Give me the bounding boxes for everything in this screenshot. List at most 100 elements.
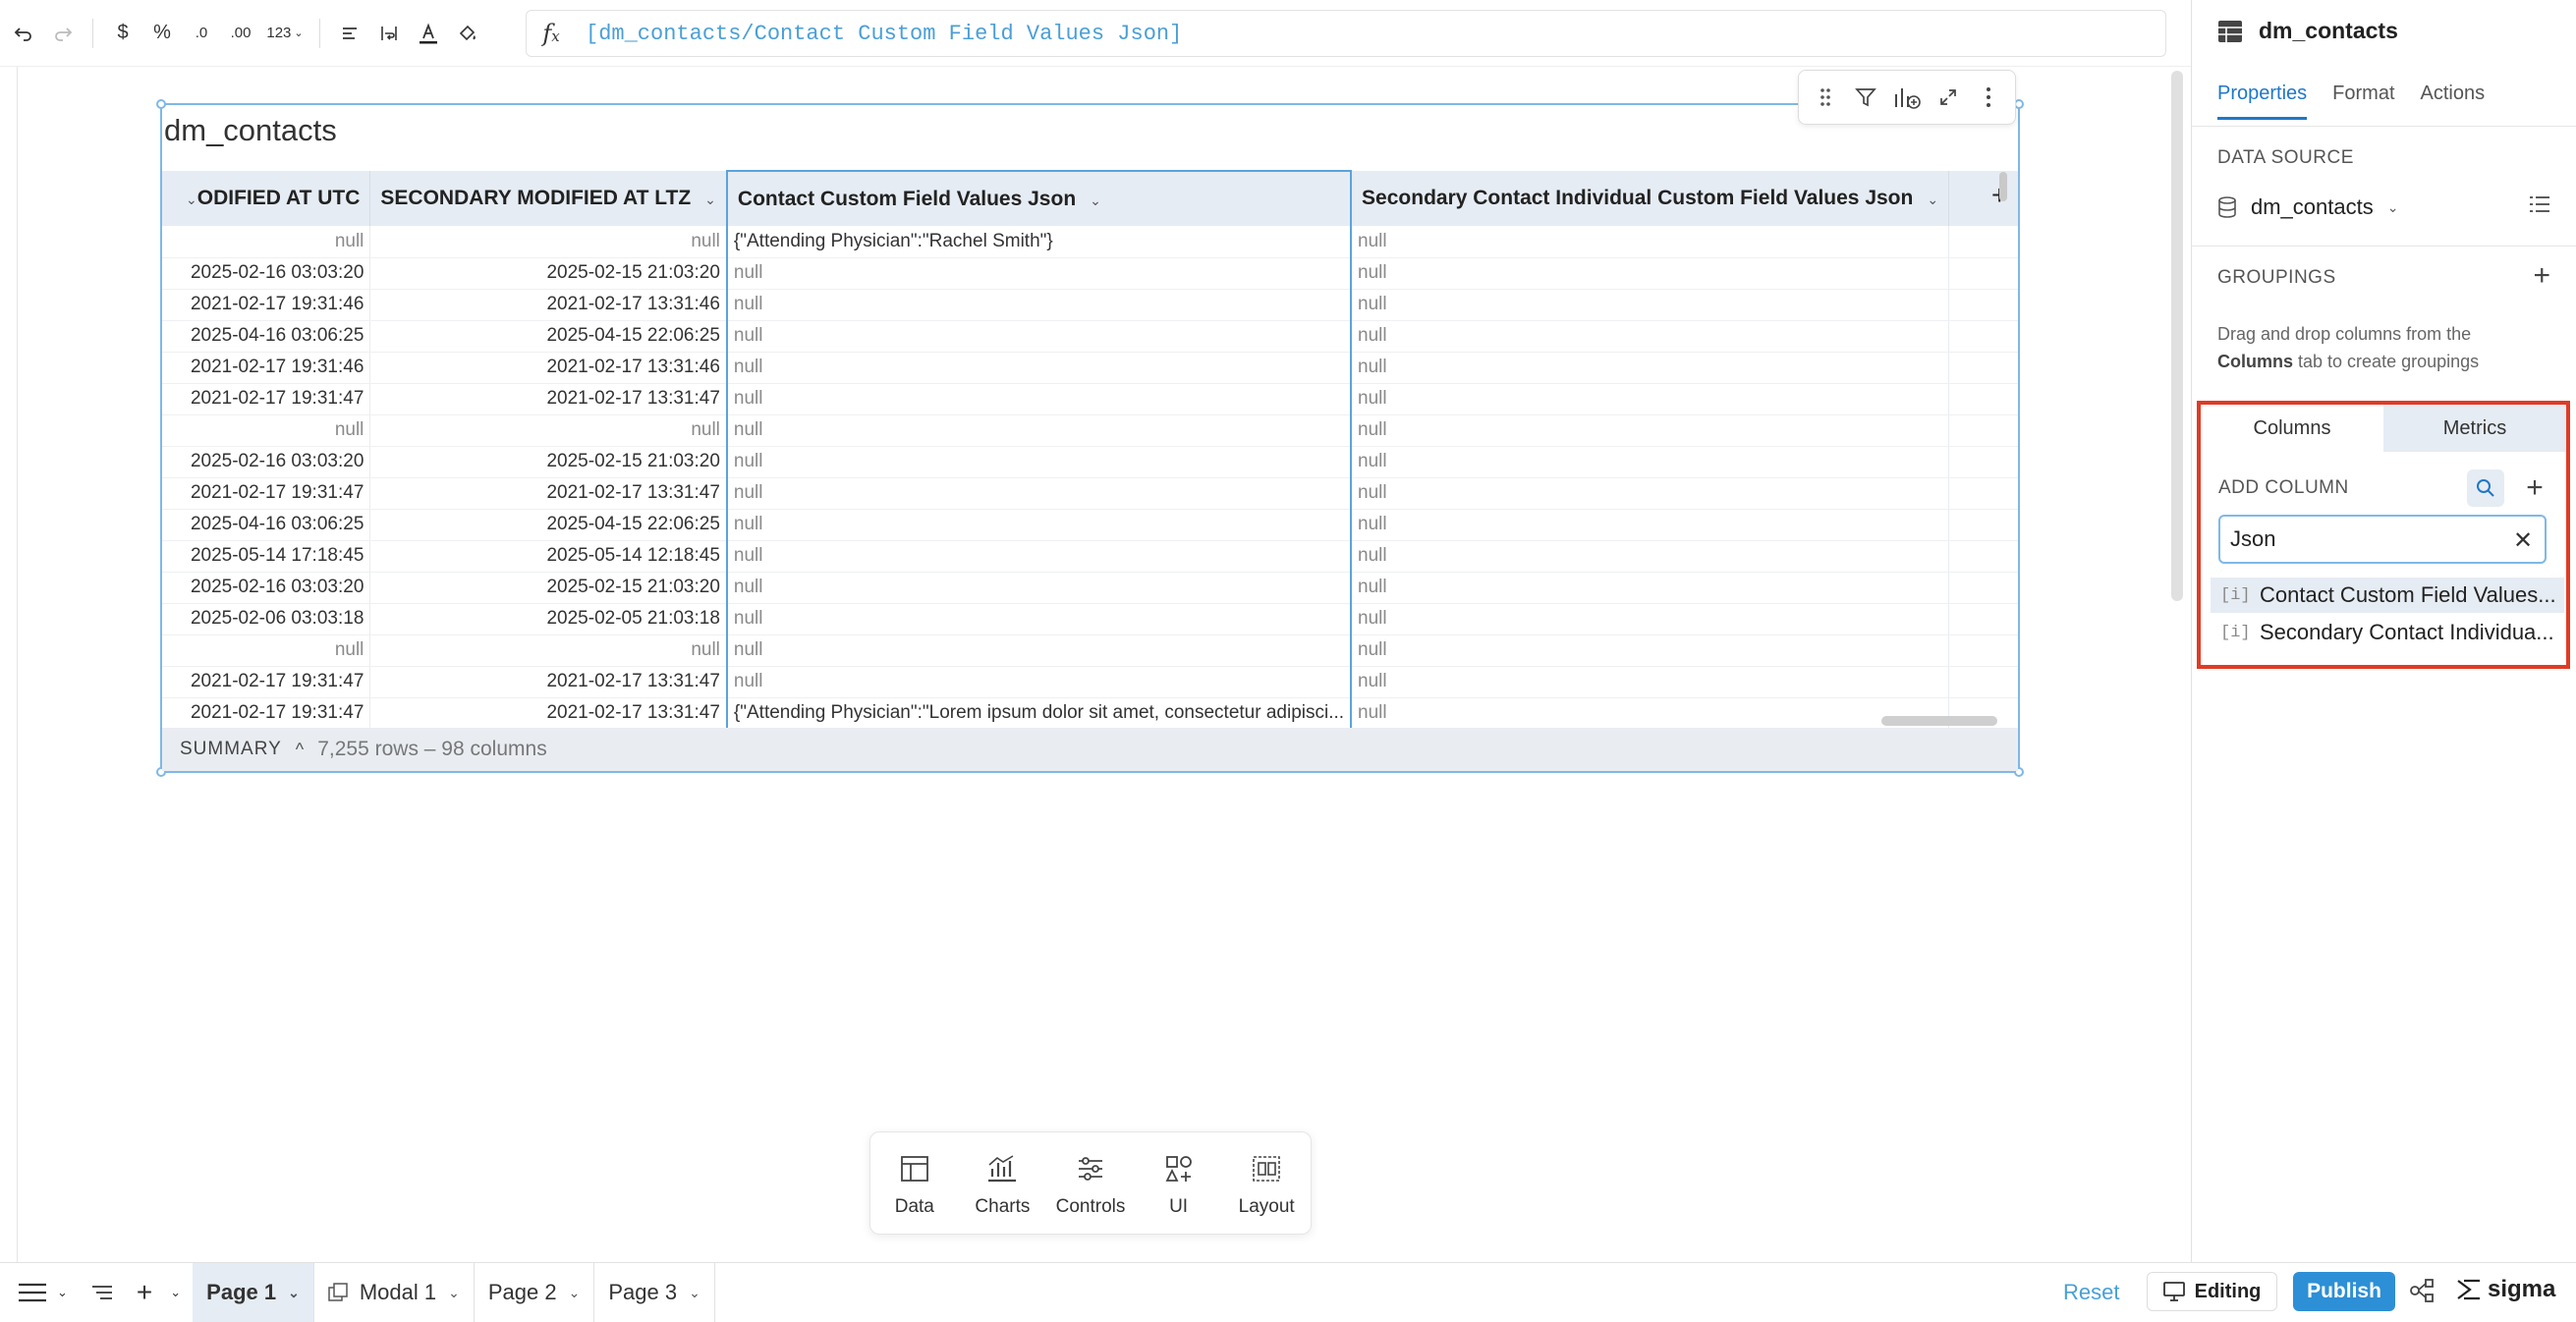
table-row[interactable]: 2021-02-17 19:31:47 2021-02-17 13:31:47 {"… xyxy=(162,697,2018,730)
column-list-icon[interactable] xyxy=(2529,194,2550,214)
table-cell[interactable]: null xyxy=(725,666,1353,698)
table-cell[interactable]: null xyxy=(725,257,1353,290)
table-cell[interactable]: 2021-02-17 13:31:46 xyxy=(369,352,728,384)
table-cell[interactable]: null xyxy=(725,540,1353,573)
formula-bar[interactable]: fx [dm_contacts/Contact Custom Field Val… xyxy=(526,10,2166,57)
table-cell[interactable]: null xyxy=(725,572,1353,604)
table-cell[interactable]: 2021-02-17 13:31:47 xyxy=(369,666,728,698)
column-result-item[interactable]: [i] Secondary Contact Individua... xyxy=(2211,615,2564,650)
column-header[interactable]: SECONDARY MODIFIED AT LTZ ⌄ xyxy=(369,171,728,226)
publish-button[interactable]: Publish xyxy=(2293,1272,2395,1311)
share-button[interactable] xyxy=(2409,1277,2438,1306)
add-chart-icon[interactable] xyxy=(1889,80,1925,115)
table-row[interactable]: 2021-02-17 19:31:46 2021-02-17 13:31:46 nu… xyxy=(162,289,2018,321)
table-cell[interactable]: null xyxy=(1351,289,1950,321)
table-cell[interactable]: 2025-02-16 03:03:20 xyxy=(162,446,371,478)
column-header[interactable]: ODIFIED AT UTC⌄ xyxy=(162,171,371,226)
table-cell[interactable]: null xyxy=(1351,509,1950,541)
chevron-down-icon[interactable]: ⌄ xyxy=(448,1285,460,1301)
table-cell[interactable]: {"Attending Physician":"Lorem ipsum dolo… xyxy=(725,697,1353,730)
chevron-down-icon[interactable]: ⌄ xyxy=(288,1285,300,1301)
table-cell[interactable]: null xyxy=(1351,446,1950,478)
tab-page-1[interactable]: Page 1 ⌄ xyxy=(193,1262,314,1322)
add-column-header[interactable] xyxy=(1948,171,2018,226)
table-cell[interactable]: 2021-02-17 19:31:47 xyxy=(162,383,371,415)
table-cell[interactable]: 2021-02-17 19:31:47 xyxy=(162,666,371,698)
filter-icon[interactable] xyxy=(1848,80,1883,115)
table-row[interactable]: null null {"Attending Physician":"Rachel S… xyxy=(162,226,2018,258)
tab-properties[interactable]: Properties xyxy=(2217,83,2308,120)
column-result-item[interactable]: [i] Contact Custom Field Values... xyxy=(2211,578,2564,613)
percent-format-button[interactable]: % xyxy=(142,14,182,53)
expand-icon[interactable] xyxy=(1931,80,1966,115)
redo-button[interactable] xyxy=(43,14,83,53)
table-cell[interactable]: null xyxy=(725,414,1353,447)
table-cell[interactable]: 2021-02-17 19:31:46 xyxy=(162,289,371,321)
table-cell[interactable]: null xyxy=(725,320,1353,353)
tab-page-2[interactable]: Page 2 ⌄ xyxy=(475,1262,595,1322)
table-cell[interactable]: null xyxy=(725,603,1353,635)
outline-button[interactable] xyxy=(80,1263,125,1322)
table-cell[interactable]: 2021-02-17 13:31:47 xyxy=(369,477,728,510)
table-cell[interactable]: null xyxy=(1351,634,1950,667)
editing-mode-button[interactable]: Editing xyxy=(2147,1272,2277,1311)
table-cell[interactable]: null xyxy=(1351,383,1950,415)
add-page-button[interactable]: + ⌄ xyxy=(125,1263,193,1322)
table-cell[interactable]: null xyxy=(1351,603,1950,635)
canvas-scrollbar[interactable] xyxy=(2171,71,2183,601)
chevron-down-icon[interactable]: ⌄ xyxy=(704,192,716,207)
table-cell[interactable]: null xyxy=(162,414,371,447)
table-cell[interactable]: 2025-04-15 22:06:25 xyxy=(369,320,728,353)
table-cell[interactable]: 2025-02-15 21:03:20 xyxy=(369,446,728,478)
table-cell[interactable]: null xyxy=(1351,257,1950,290)
chevron-up-icon[interactable]: ^ xyxy=(296,740,304,760)
reset-link[interactable]: Reset xyxy=(2063,1280,2119,1305)
table-cell[interactable]: null xyxy=(725,634,1353,667)
table-cell[interactable]: 2025-04-16 03:06:25 xyxy=(162,509,371,541)
add-grouping-button[interactable]: + xyxy=(2533,261,2550,291)
table-cell[interactable]: 2021-02-17 19:31:47 xyxy=(162,697,371,730)
table-cell[interactable]: 2025-02-05 21:03:18 xyxy=(369,603,728,635)
add-ui-button[interactable]: UI xyxy=(1140,1149,1218,1218)
table-cell[interactable]: 2021-02-17 19:31:46 xyxy=(162,352,371,384)
table-row[interactable]: 2025-05-14 17:18:45 2025-05-14 12:18:45 nu… xyxy=(162,540,2018,573)
chevron-down-icon[interactable]: ⌄ xyxy=(186,192,197,207)
formula-text[interactable]: [dm_contacts/Contact Custom Field Values… xyxy=(586,22,1182,46)
table-cell[interactable]: null xyxy=(369,634,728,667)
table-cell[interactable]: {"Attending Physician":"Rachel Smith"} xyxy=(725,226,1353,258)
table-cell[interactable]: null xyxy=(725,509,1353,541)
more-options-icon[interactable] xyxy=(1971,80,2006,115)
table-cell[interactable]: 2025-05-14 17:18:45 xyxy=(162,540,371,573)
table-element[interactable]: dm_contacts ODIFIED AT UTC⌄ SECONDARY MO… xyxy=(156,70,2024,777)
table-cell[interactable]: 2025-02-15 21:03:20 xyxy=(369,572,728,604)
table-row[interactable]: 2021-02-17 19:31:47 2021-02-17 13:31:47 nu… xyxy=(162,477,2018,510)
add-column-button[interactable]: + xyxy=(2517,469,2552,507)
table-cell[interactable]: null xyxy=(1351,477,1950,510)
data-source-selector[interactable]: dm_contacts ⌄ xyxy=(2217,194,2398,220)
tab-columns[interactable]: Columns xyxy=(2201,405,2383,452)
table-cell[interactable]: 2021-02-17 13:31:46 xyxy=(369,289,728,321)
column-header[interactable]: Secondary Contact Individual Custom Fiel… xyxy=(1351,171,1950,226)
table-cell[interactable]: null xyxy=(725,446,1353,478)
table-cell[interactable]: null xyxy=(369,226,728,258)
table-cell[interactable]: null xyxy=(1351,666,1950,698)
table-cell[interactable]: null xyxy=(725,477,1353,510)
decrease-decimals-button[interactable]: .0 xyxy=(182,14,221,53)
align-button[interactable] xyxy=(330,14,369,53)
table-cell[interactable]: 2021-02-17 13:31:47 xyxy=(369,383,728,415)
table-horizontal-scrollbar[interactable] xyxy=(1881,716,1997,726)
table-cell[interactable]: 2025-02-06 03:03:18 xyxy=(162,603,371,635)
table-cell[interactable]: null xyxy=(1351,320,1950,353)
chevron-down-icon[interactable]: ⌄ xyxy=(689,1285,700,1301)
table-cell[interactable]: 2025-02-16 03:03:20 xyxy=(162,572,371,604)
table-cell[interactable]: null xyxy=(725,352,1353,384)
table-cell[interactable]: null xyxy=(725,383,1353,415)
table-cell[interactable]: null xyxy=(162,634,371,667)
resize-handle[interactable] xyxy=(156,99,166,109)
table-row[interactable]: 2025-04-16 03:06:25 2025-04-15 22:06:25 nu… xyxy=(162,320,2018,353)
table-cell[interactable]: null xyxy=(1351,697,1950,730)
table-row[interactable]: 2025-02-16 03:03:20 2025-02-15 21:03:20 nu… xyxy=(162,257,2018,290)
text-color-button[interactable] xyxy=(409,14,448,53)
table-cell[interactable]: null xyxy=(1351,414,1950,447)
wrap-text-button[interactable] xyxy=(369,14,409,53)
